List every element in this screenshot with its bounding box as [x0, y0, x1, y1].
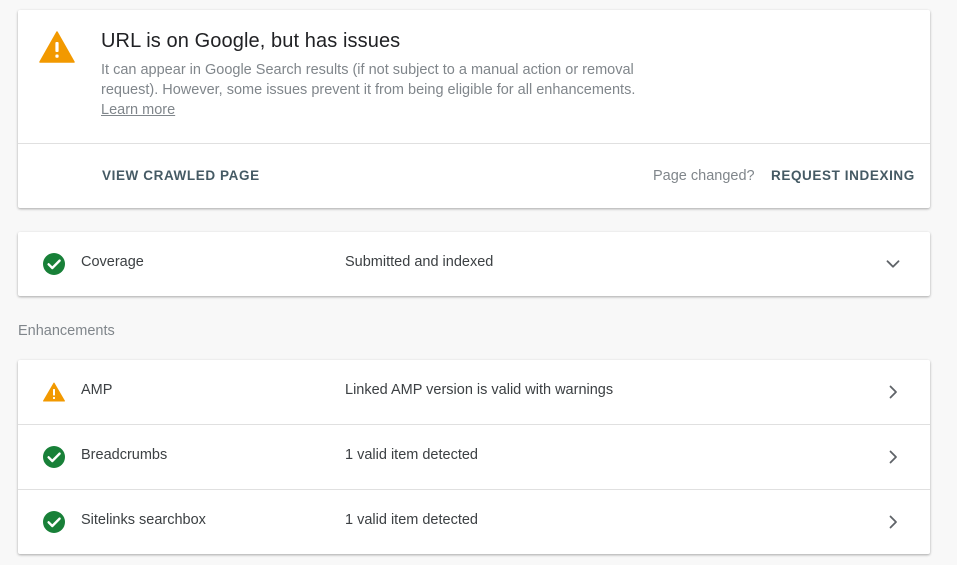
enhancement-value: Linked AMP version is valid with warning… [345, 382, 614, 398]
status-actions: VIEW CRAWLED PAGE Page changed? REQUEST … [18, 144, 930, 208]
enhancement-value: 1 valid item detected [345, 512, 478, 528]
enhancement-label: AMP [81, 382, 113, 398]
page-changed-text: Page changed? [653, 168, 755, 184]
chevron-right-icon[interactable] [884, 513, 902, 531]
chevron-down-icon[interactable] [884, 255, 902, 273]
view-crawled-page-button[interactable]: VIEW CRAWLED PAGE [102, 168, 260, 183]
check-circle-icon [43, 253, 65, 275]
enhancement-row-amp[interactable]: AMP Linked AMP version is valid with war… [18, 360, 930, 424]
status-header: URL is on Google, but has issues It can … [18, 10, 930, 143]
coverage-label: Coverage [81, 254, 144, 270]
enhancements-section-title: Enhancements [18, 323, 115, 339]
enhancement-row-sitelinks-searchbox[interactable]: Sitelinks searchbox 1 valid item detecte… [18, 490, 930, 554]
chevron-right-icon[interactable] [884, 383, 902, 401]
learn-more-link[interactable]: Learn more [101, 100, 175, 120]
warning-icon [43, 382, 65, 402]
coverage-row[interactable]: Coverage Submitted and indexed [18, 232, 930, 296]
check-circle-icon [43, 511, 65, 533]
status-description: It can appear in Google Search results (… [101, 62, 636, 98]
status-card: URL is on Google, but has issues It can … [18, 10, 930, 208]
enhancement-value: 1 valid item detected [345, 447, 478, 463]
enhancement-row-breadcrumbs[interactable]: Breadcrumbs 1 valid item detected [18, 425, 930, 489]
enhancements-card: AMP Linked AMP version is valid with war… [18, 360, 930, 554]
enhancement-label: Breadcrumbs [81, 447, 168, 463]
coverage-card: Coverage Submitted and indexed [18, 232, 930, 296]
enhancement-label: Sitelinks searchbox [81, 512, 206, 528]
check-circle-icon [43, 446, 65, 468]
coverage-value: Submitted and indexed [345, 254, 494, 270]
request-indexing-button[interactable]: REQUEST INDEXING [771, 168, 915, 183]
chevron-right-icon[interactable] [884, 448, 902, 466]
warning-icon [39, 31, 75, 63]
status-title: URL is on Google, but has issues [101, 30, 401, 52]
